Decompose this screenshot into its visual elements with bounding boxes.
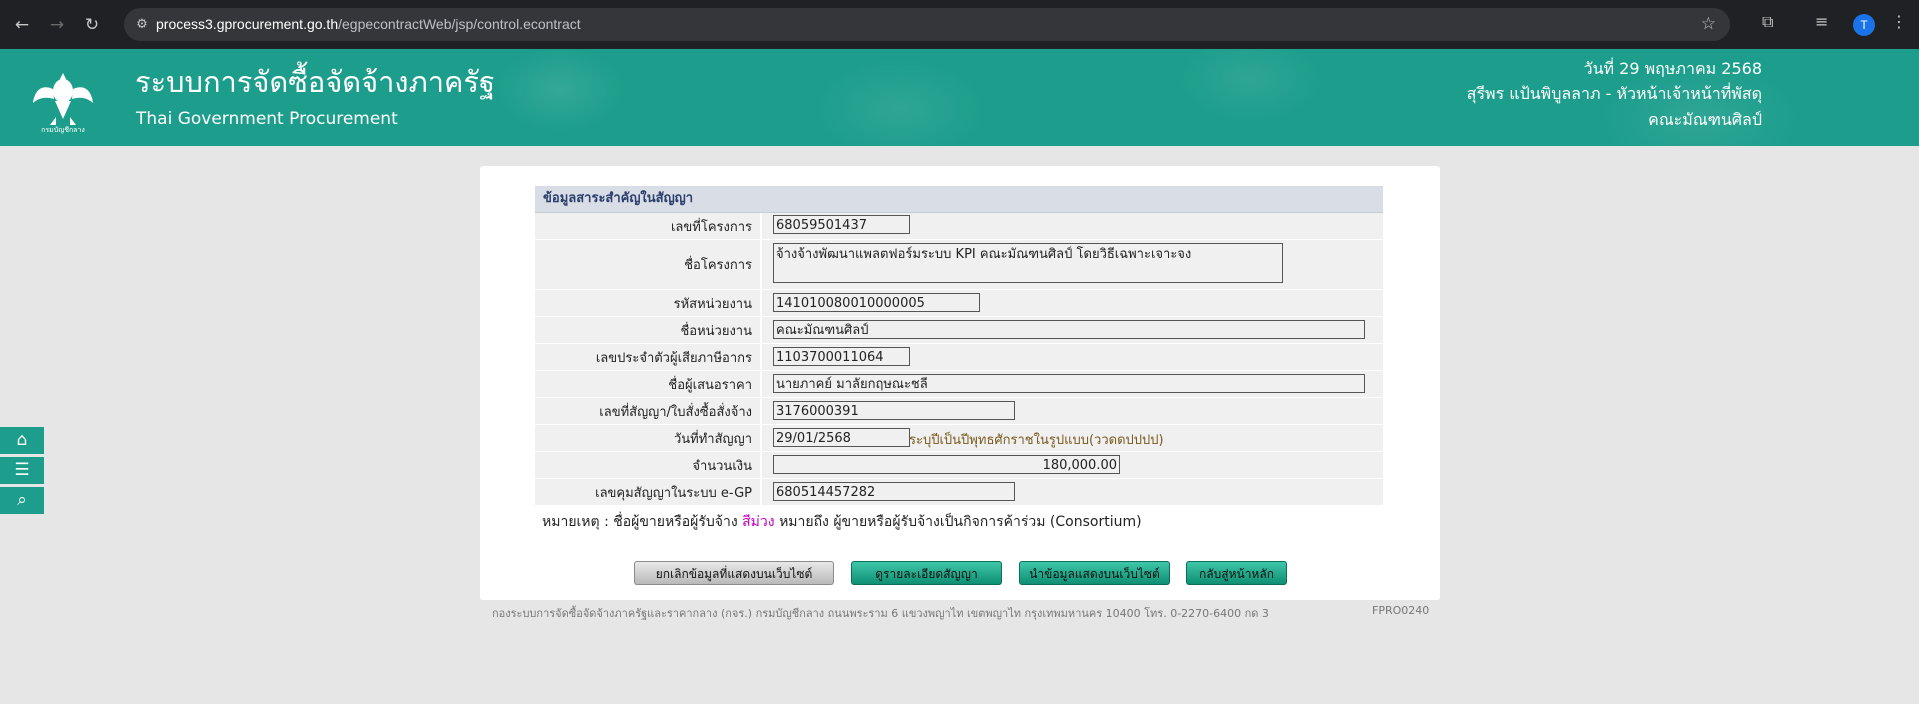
- side-search-button[interactable]: ⌕: [0, 487, 44, 514]
- section-title: ข้อมูลสาระสำคัญในสัญญา: [535, 186, 1383, 213]
- label-amount: จำนวนเงิน: [535, 452, 762, 478]
- more-menu-icon[interactable]: ⋮: [1891, 12, 1907, 31]
- site-subtitle: Thai Government Procurement: [136, 109, 398, 129]
- note-purple-word: สีม่วง: [742, 514, 775, 530]
- header-date: วันที่ 29 พฤษภาคม 2568: [1583, 59, 1762, 78]
- label-project-no: เลขที่โครงการ: [535, 213, 762, 239]
- svg-text:กรมบัญชีกลาง: กรมบัญชีกลาง: [41, 126, 85, 134]
- row-tax-id: เลขประจำตัวผู้เสียภาษีอากร 1103700011064: [535, 344, 1383, 371]
- note-prefix: หมายเหตุ : ชื่อผู้ขายหรือผู้รับจ้าง: [542, 514, 738, 530]
- agency-name-field[interactable]: คณะมัณฑนศิลป์: [773, 320, 1365, 339]
- header-user: สุรีพร แป้นพิบูลลาภ - หัวหน้าเจ้าหน้าที่…: [1466, 84, 1762, 103]
- garuda-logo-icon: กรมบัญชีกลาง: [33, 73, 93, 134]
- site-info-icon[interactable]: ⚙: [132, 15, 152, 35]
- footer-text: กองระบบการจัดซื้อจัดจ้างภาครัฐและราคากลา…: [492, 607, 1269, 620]
- bidder-name-field[interactable]: นายภาคย์ มาลัยกฤษณะชลี: [773, 374, 1365, 393]
- row-egp-contract-no: เลขคุมสัญญาในระบบ e-GP 680514457282: [535, 479, 1383, 506]
- url-path: /egpecontractWeb/jsp/control.econtract: [338, 16, 581, 32]
- url-text[interactable]: process3.gprocurement.go.th/egpecontract…: [156, 16, 581, 32]
- forward-icon[interactable]: →: [45, 13, 69, 37]
- side-menu-button[interactable]: ☰: [0, 457, 44, 484]
- browser-toolbar: ← → ↻ ⚙ process3.gprocurement.go.th/egpe…: [0, 0, 1919, 49]
- row-contract-date: วันที่ทำสัญญา 29/01/2568 ระบุปีเป็นปีพุท…: [535, 425, 1383, 452]
- row-contract-no: เลขที่สัญญา/ใบสั่งซื้อสั่งจ้าง 317600039…: [535, 398, 1383, 425]
- tax-id-field[interactable]: 1103700011064: [773, 347, 910, 366]
- label-bidder-name: ชื่อผู้เสนอราคา: [535, 371, 762, 397]
- publish-button[interactable]: นำข้อมูลแสดงบนเว็บไซต์: [1019, 561, 1170, 585]
- view-contract-button[interactable]: ดูรายละเอียดสัญญา: [851, 561, 1002, 585]
- label-project-name: ชื่อโครงการ: [535, 240, 762, 289]
- date-format-hint: ระบุปีเป็นปีพุทธศักราชในรูปแบบ(ววดดปปปป): [909, 433, 1164, 448]
- back-icon[interactable]: ←: [10, 13, 34, 37]
- extensions-icon[interactable]: ⧉: [1762, 12, 1773, 32]
- address-bar[interactable]: ⚙ process3.gprocurement.go.th/egpecontra…: [124, 8, 1730, 41]
- row-bidder-name: ชื่อผู้เสนอราคา นายภาคย์ มาลัยกฤษณะชลี: [535, 371, 1383, 398]
- row-project-name: ชื่อโครงการ จ้างจ้างพัฒนาแพลตฟอร์มระบบ K…: [535, 240, 1383, 290]
- url-host: process3.gprocurement.go.th: [156, 16, 339, 32]
- label-agency-name: ชื่อหน่วยงาน: [535, 317, 762, 343]
- egp-contract-no-field[interactable]: 680514457282: [773, 482, 1015, 501]
- label-tax-id: เลขประจำตัวผู้เสียภาษีอากร: [535, 344, 762, 370]
- label-egp-contract-no: เลขคุมสัญญาในระบบ e-GP: [535, 479, 762, 505]
- back-home-button[interactable]: กลับสู่หน้าหลัก: [1186, 561, 1287, 585]
- contract-panel: ข้อมูลสาระสำคัญในสัญญา เลขที่โครงการ 680…: [480, 166, 1440, 600]
- amount-field[interactable]: 180,000.00: [773, 455, 1120, 474]
- contract-no-field[interactable]: 3176000391: [773, 401, 1015, 420]
- row-agency-name: ชื่อหน่วยงาน คณะมัณฑนศิลป์: [535, 317, 1383, 344]
- search-icon: ⌕: [17, 490, 27, 510]
- project-no-field[interactable]: 68059501437: [773, 215, 910, 234]
- label-contract-date: วันที่ทำสัญญา: [535, 425, 762, 451]
- media-controls-icon[interactable]: ≡: [1815, 12, 1828, 31]
- row-agency-code: รหัสหน่วยงาน 141010080010000005: [535, 290, 1383, 317]
- header-department: คณะมัณฑนศิลป์: [1648, 110, 1762, 129]
- footer-code: FPRO0240: [1372, 604, 1430, 617]
- bookmark-star-icon[interactable]: ☆: [1701, 14, 1716, 34]
- menu-icon: ☰: [14, 460, 30, 480]
- site-title: ระบบการจัดซื้อจัดจ้างภาครัฐ: [135, 65, 495, 99]
- home-icon: ⌂: [16, 430, 28, 450]
- site-header: กรมบัญชีกลาง ระบบการจัดซื้อจัดจ้างภาครัฐ…: [0, 49, 1919, 146]
- profile-avatar[interactable]: T: [1853, 14, 1875, 36]
- consortium-note: หมายเหตุ : ชื่อผู้ขายหรือผู้รับจ้าง สีม่…: [542, 511, 1142, 533]
- row-amount: จำนวนเงิน 180,000.00: [535, 452, 1383, 479]
- label-contract-no: เลขที่สัญญา/ใบสั่งซื้อสั่งจ้าง: [535, 398, 762, 424]
- reload-icon[interactable]: ↻: [80, 13, 104, 37]
- row-project-no: เลขที่โครงการ 68059501437: [535, 213, 1383, 240]
- contract-info-table: ข้อมูลสาระสำคัญในสัญญา เลขที่โครงการ 680…: [535, 186, 1383, 506]
- label-agency-code: รหัสหน่วยงาน: [535, 290, 762, 316]
- contract-date-field[interactable]: 29/01/2568: [773, 428, 910, 447]
- side-home-button[interactable]: ⌂: [0, 427, 44, 454]
- note-suffix: หมายถึง ผู้ขายหรือผู้รับจ้างเป็นกิจการค้…: [779, 514, 1142, 530]
- cancel-publish-button[interactable]: ยกเลิกข้อมูลที่แสดงบนเว็บไซต์: [634, 561, 834, 585]
- agency-code-field[interactable]: 141010080010000005: [773, 293, 980, 312]
- project-name-textarea[interactable]: จ้างจ้างพัฒนาแพลตฟอร์มระบบ KPI คณะมัณฑนศ…: [773, 243, 1283, 283]
